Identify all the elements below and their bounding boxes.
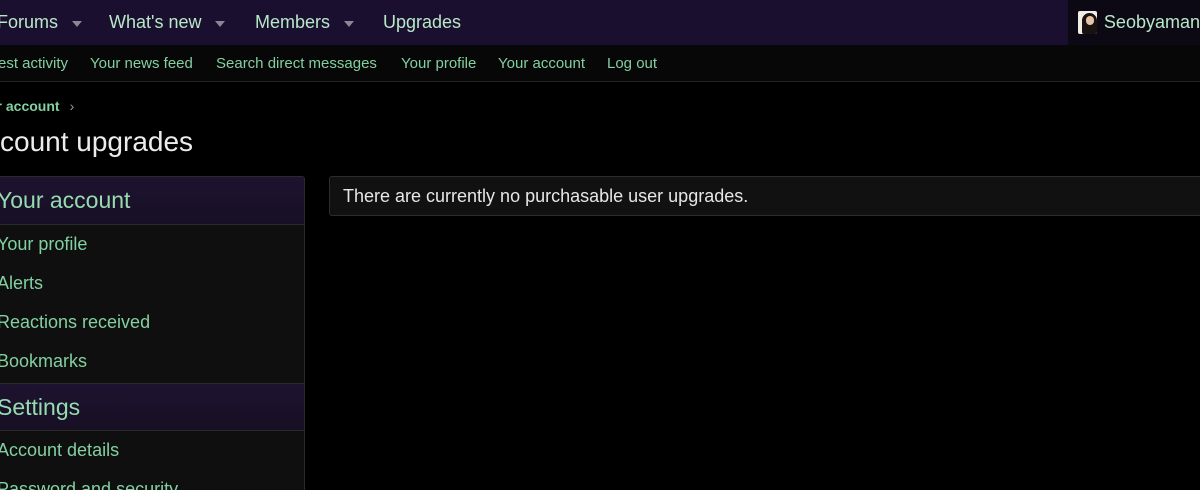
sub-navigation: est activity Your news feed Search direc… (0, 45, 1200, 82)
user-menu[interactable]: Seobyaman (1068, 0, 1200, 45)
sidebar-item-your-profile[interactable]: Your profile (0, 225, 304, 264)
breadcrumb-your-account[interactable]: ur account (0, 98, 60, 114)
nav-members[interactable]: Members (255, 0, 355, 45)
sidebar-heading-settings: Settings (0, 383, 304, 431)
nav-whats-new[interactable]: What's new (109, 0, 226, 45)
sidebar-item-account-details[interactable]: Account details (0, 431, 304, 470)
user-avatar-icon[interactable] (1078, 11, 1097, 34)
chevron-right-icon: › (69, 98, 75, 114)
chevron-down-icon[interactable] (215, 20, 226, 27)
subnav-your-account[interactable]: Your account (498, 45, 585, 81)
nav-forums[interactable]: Forums (0, 0, 83, 45)
sidebar-item-reactions-received[interactable]: Reactions received (0, 303, 304, 342)
nav-upgrades-label: Upgrades (383, 12, 462, 32)
sidebar-item-bookmarks[interactable]: Bookmarks (0, 342, 304, 381)
subnav-log-out[interactable]: Log out (607, 45, 657, 81)
no-upgrades-notice: There are currently no purchasable user … (329, 176, 1200, 216)
chevron-down-icon[interactable] (72, 20, 83, 27)
top-navigation: Forums What's new Members Upgrades Seoby… (0, 0, 1200, 45)
sidebar-item-password-security[interactable]: Password and security (0, 470, 304, 490)
nav-forums-label: Forums (0, 12, 59, 32)
user-name[interactable]: Seobyaman (1104, 12, 1200, 33)
notice-text: There are currently no purchasable user … (343, 185, 749, 206)
subnav-search-dms[interactable]: Search direct messages (216, 45, 377, 81)
nav-whats-new-label: What's new (109, 12, 202, 32)
breadcrumb: ur account › (0, 96, 74, 116)
page-title: ccount upgrades (0, 126, 194, 157)
account-sidebar: Your account Your profile Alerts Reactio… (0, 176, 305, 490)
sidebar-heading-your-account: Your account (0, 177, 304, 225)
subnav-news-feed[interactable]: Your news feed (90, 45, 193, 81)
chevron-down-icon[interactable] (344, 20, 355, 27)
subnav-latest-activity[interactable]: est activity (0, 45, 68, 81)
nav-upgrades[interactable]: Upgrades (383, 0, 461, 45)
sidebar-item-alerts[interactable]: Alerts (0, 264, 304, 303)
nav-members-label: Members (255, 12, 331, 32)
subnav-your-profile[interactable]: Your profile (401, 45, 476, 81)
